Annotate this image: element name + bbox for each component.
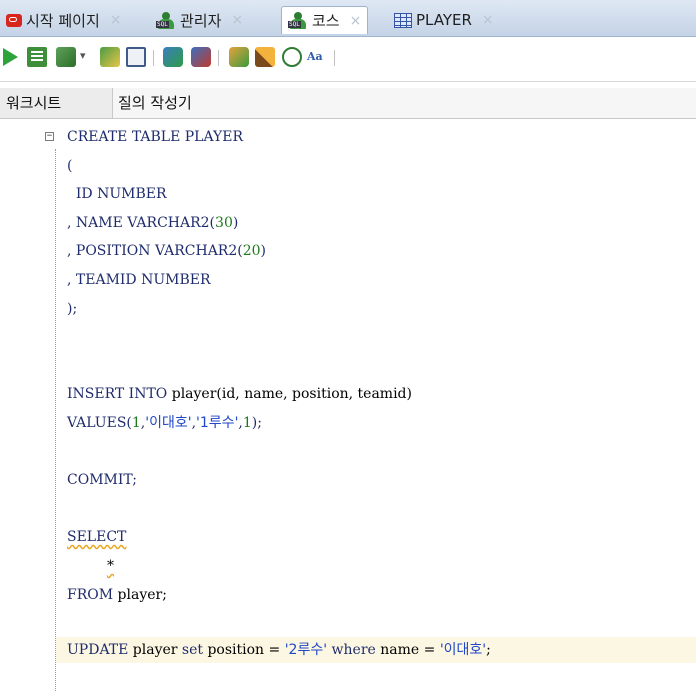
code-token: ); (67, 301, 78, 317)
code-line: , NAME VARCHAR2(30) (67, 213, 238, 233)
code-line: UPDATE player set position = '2루수' where… (67, 640, 491, 660)
tab-label: PLAYER (416, 11, 472, 29)
code-token: 1 (131, 415, 141, 431)
code-token: ) (232, 215, 239, 231)
code-line: INSERT INTO player(id, name, position, t… (67, 384, 412, 404)
code-line: , POSITION VARCHAR2(20) (67, 241, 266, 261)
close-icon[interactable]: × (231, 12, 243, 28)
table-icon (394, 12, 412, 28)
code-token: '이대호' (145, 415, 192, 431)
tab-label: 관리자 (180, 11, 222, 30)
code-token: where (327, 642, 381, 658)
code-line: FROM player; (67, 585, 167, 605)
run-statement-icon[interactable] (3, 48, 18, 66)
code-token: 1 (242, 415, 252, 431)
sql-user-icon[interactable] (229, 47, 249, 67)
explain-plan-icon[interactable] (100, 47, 120, 67)
code-token: 30 (215, 215, 233, 231)
code-line: ); (67, 299, 77, 319)
commit-icon[interactable] (163, 47, 183, 67)
oracle-icon (6, 13, 22, 27)
code-token: CREATE TABLE PLAYER (67, 129, 244, 145)
tab-course[interactable]: SQL 코스 × (281, 6, 369, 34)
document-tab-bar: 시작 페이지 × SQL 관리자 × SQL 코스 × PLAYER × (0, 0, 696, 37)
sql-history-icon[interactable] (282, 47, 302, 67)
code-token: FROM (67, 587, 118, 603)
sql-editor[interactable]: − CREATE TABLE PLAYER ( ID NUMBER , NAME… (0, 119, 696, 691)
code-line: , TEAMID NUMBER (67, 270, 211, 290)
clear-eraser-icon[interactable] (255, 47, 275, 67)
autotrace-icon[interactable] (56, 47, 76, 67)
code-token: , NAME VARCHAR2( (67, 215, 216, 231)
code-line: CREATE TABLE PLAYER (67, 127, 243, 147)
code-token: UPDATE (67, 642, 133, 658)
code-token: COMMIT; (67, 472, 137, 488)
code-token: player (132, 642, 182, 658)
code-line: COMMIT; (67, 470, 137, 490)
close-icon[interactable]: × (350, 13, 362, 29)
toolbar-divider (334, 50, 335, 66)
worksheet-toolbar: ▾ Aa (0, 37, 696, 82)
chevron-down-icon[interactable]: ▾ (80, 49, 90, 69)
toolbar-divider (153, 50, 154, 66)
format-icon[interactable]: Aa (307, 50, 327, 70)
code-token: name = (380, 642, 440, 658)
code-line: * (107, 556, 114, 576)
code-token: , TEAMID NUMBER (67, 272, 211, 288)
code-token: ( (67, 158, 73, 174)
tab-player[interactable]: PLAYER × (388, 6, 500, 34)
tab-label: 시작 페이지 (26, 11, 100, 30)
code-token: INSERT INTO (67, 386, 172, 402)
indent-guide (55, 149, 56, 691)
code-token: VALUES( (67, 415, 132, 431)
code-line: VALUES(1,'이대호','1루수',1); (67, 413, 262, 433)
code-token: player; (117, 587, 167, 603)
code-token: set (181, 642, 208, 658)
code-token: '이대호' (439, 642, 487, 658)
sql-user-icon: SQL (288, 12, 308, 29)
code-line: ( (67, 156, 72, 176)
code-token: player(id, name, position, teamid) (171, 386, 412, 402)
toolbar-divider (218, 50, 219, 66)
tab-admin[interactable]: SQL 관리자 × (150, 6, 249, 34)
rollback-icon[interactable] (191, 47, 211, 67)
tab-label: 코스 (312, 12, 340, 30)
code-token: * (107, 558, 114, 574)
code-token: '2루수' (284, 642, 328, 658)
code-token: ID NUMBER (67, 186, 167, 202)
code-token: '1루수' (196, 415, 239, 431)
code-token: position = (207, 642, 285, 658)
close-icon[interactable]: × (482, 12, 494, 28)
sql-user-icon: SQL (156, 11, 176, 29)
tab-worksheet[interactable]: 워크시트 (0, 88, 113, 118)
sql-tuning-icon[interactable] (126, 47, 146, 67)
worksheet-subtabs: 워크시트 질의 작성기 (0, 88, 696, 119)
fold-toggle-icon[interactable]: − (45, 132, 54, 141)
close-icon[interactable]: × (110, 12, 122, 28)
code-token: ); (251, 415, 262, 431)
tab-start-page[interactable]: 시작 페이지 × (0, 6, 128, 34)
code-token: SELECT (67, 529, 127, 545)
run-script-icon[interactable] (27, 47, 47, 67)
tab-query-builder[interactable]: 질의 작성기 (112, 88, 198, 118)
code-line: SELECT (67, 527, 126, 547)
code-token: ; (486, 642, 491, 658)
code-token: , POSITION VARCHAR2( (67, 243, 243, 259)
code-token: ) (260, 243, 267, 259)
code-line: ID NUMBER (67, 184, 167, 204)
code-token: 20 (242, 243, 261, 259)
